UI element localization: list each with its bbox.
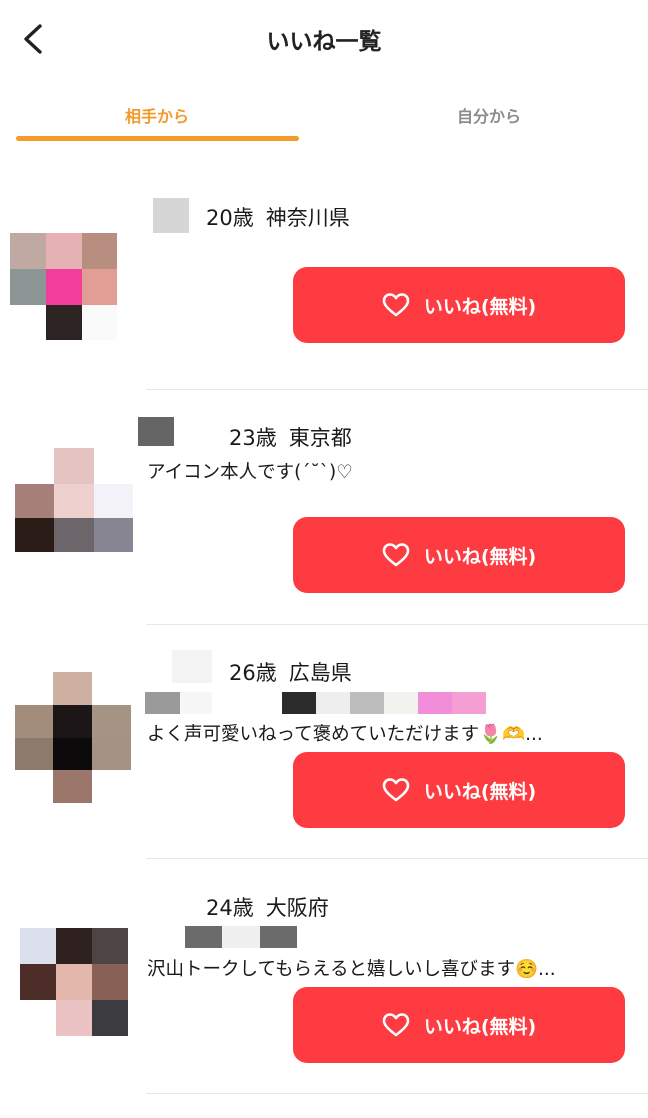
user-bio: よく声可愛いねって褒めていただけます🌷🫶...: [147, 724, 543, 745]
username-redacted: [172, 650, 212, 683]
user-age-location: 26歳 広島県: [229, 657, 352, 687]
user-age: 20歳: [206, 206, 254, 230]
like-button-label: いいね(無料): [423, 545, 537, 568]
like-button-label: いいね(無料): [423, 780, 537, 803]
user-location: 大阪府: [265, 896, 329, 920]
user-location: 神奈川県: [265, 206, 350, 230]
avatar[interactable]: [10, 233, 117, 340]
page-title: いいね一覧: [266, 29, 382, 55]
username-redacted: [138, 417, 174, 446]
user-age: 23歳: [229, 426, 277, 450]
heart-icon: [382, 292, 410, 318]
username-redacted: [153, 198, 189, 233]
like-button[interactable]: いいね(無料): [293, 752, 625, 828]
like-button-label: いいね(無料): [423, 1015, 537, 1038]
user-bio: アイコン本人です(ˊ˘ˋ)♡: [147, 462, 353, 483]
avatar[interactable]: [15, 448, 133, 552]
user-age-location: 20歳 神奈川県: [206, 202, 350, 232]
tab-received[interactable]: 相手から: [12, 103, 302, 127]
user-age-location: 24歳 大阪府: [206, 892, 329, 922]
heart-icon: [382, 542, 410, 568]
divider: [146, 389, 648, 390]
user-age: 24歳: [206, 896, 254, 920]
divider: [146, 1093, 648, 1094]
heart-icon: [382, 1012, 410, 1038]
heart-icon: [382, 777, 410, 803]
like-button[interactable]: いいね(無料): [293, 267, 625, 343]
like-button[interactable]: いいね(無料): [293, 517, 625, 593]
user-bio: 沢山トークしてもらえると嬉しいし喜びます☺️...: [147, 959, 556, 980]
tab-bar: 相手から 自分から: [0, 95, 648, 145]
divider: [146, 624, 648, 625]
divider: [146, 858, 648, 859]
user-age: 26歳: [229, 661, 277, 685]
header: いいね一覧: [0, 0, 648, 80]
active-tab-indicator: [16, 136, 299, 141]
like-button-label: いいね(無料): [423, 295, 537, 318]
user-location: 広島県: [288, 661, 352, 685]
tab-sent[interactable]: 自分から: [344, 103, 634, 127]
user-age-location: 23歳 東京都: [229, 422, 352, 452]
user-location: 東京都: [288, 426, 352, 450]
like-button[interactable]: いいね(無料): [293, 987, 625, 1063]
avatar[interactable]: [15, 672, 131, 803]
avatar[interactable]: [20, 928, 128, 1036]
